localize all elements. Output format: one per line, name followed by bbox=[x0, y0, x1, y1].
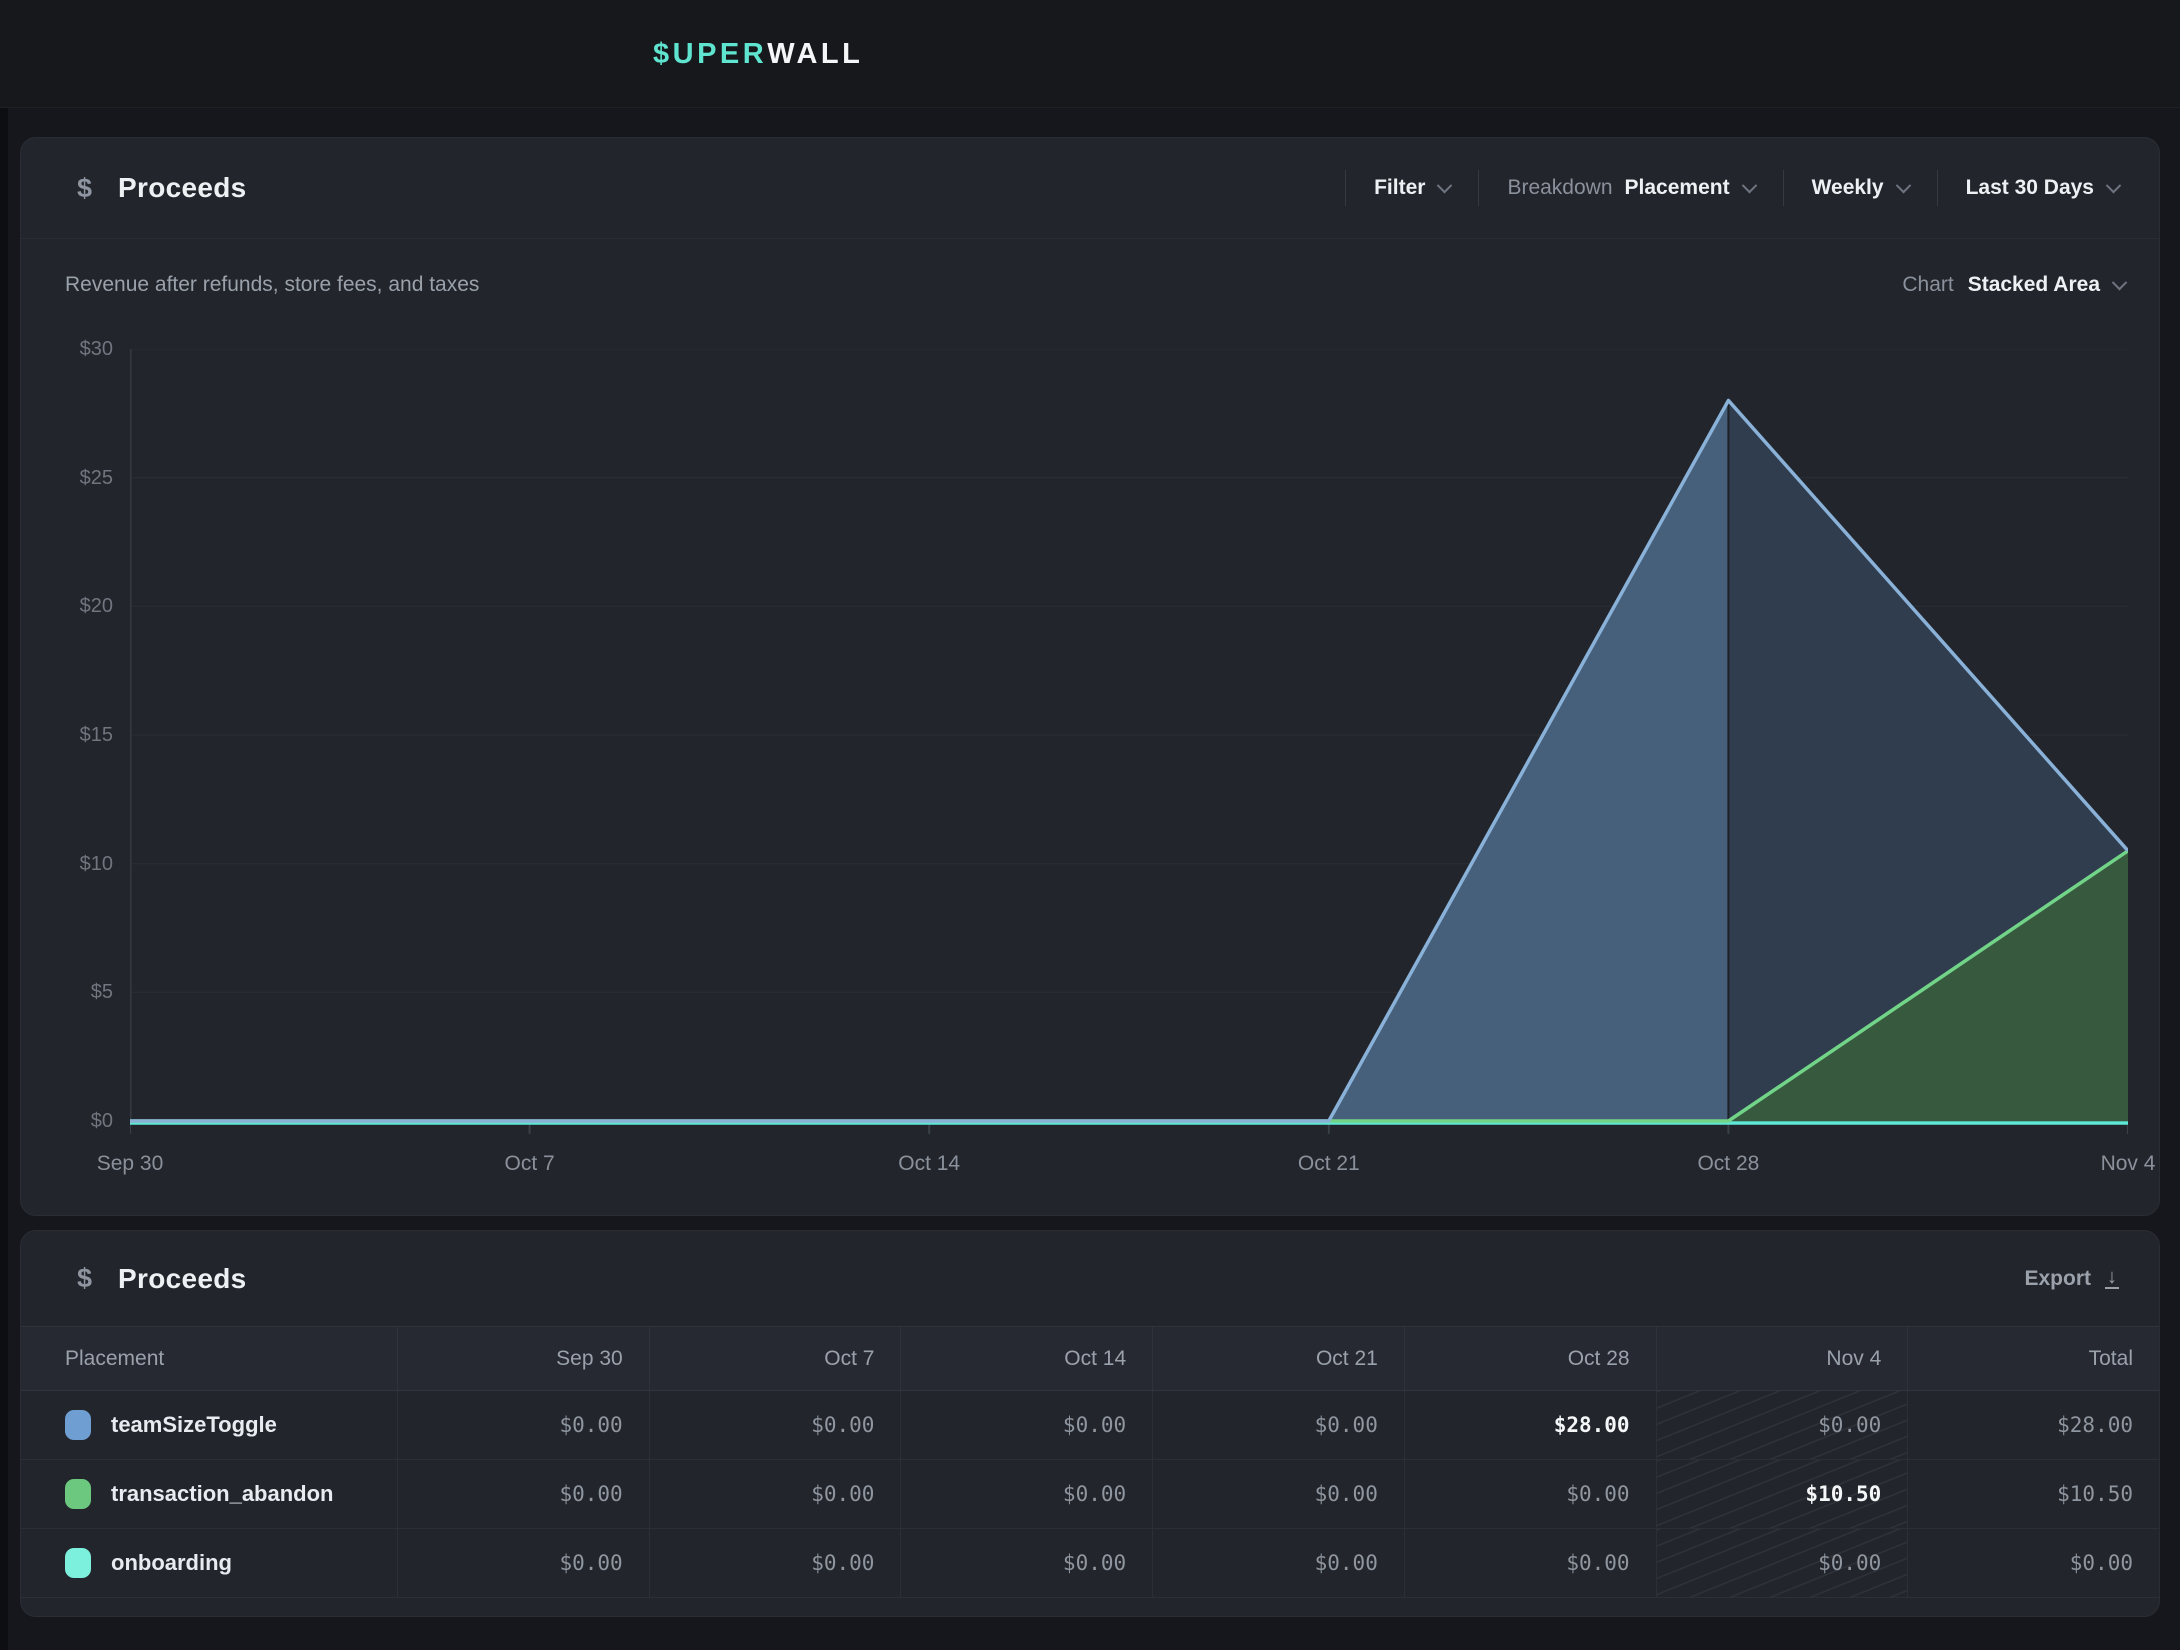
placement-cell: transaction_abandon bbox=[21, 1460, 397, 1529]
placement-label: transaction_abandon bbox=[111, 1481, 333, 1507]
value-cell: $0.00 bbox=[649, 1529, 901, 1598]
x-tick-label: Oct 28 bbox=[1658, 1152, 1798, 1176]
column-header: Total bbox=[1907, 1327, 2159, 1390]
chart-subheader: Revenue after refunds, store fees, and t… bbox=[21, 239, 2159, 331]
y-tick-label: $5 bbox=[35, 978, 113, 1006]
export-button[interactable]: Export ↓ bbox=[2024, 1267, 2119, 1291]
column-header: Placement bbox=[21, 1327, 397, 1390]
column-header: Oct 28 bbox=[1404, 1327, 1656, 1390]
value-cell: $0.00 bbox=[900, 1460, 1152, 1529]
date-range-dropdown[interactable]: Last 30 Days bbox=[1938, 176, 2119, 200]
y-tick-label: $25 bbox=[35, 464, 113, 492]
dollar-icon: $ bbox=[77, 1263, 92, 1294]
value-cell: $0.00 bbox=[1404, 1529, 1656, 1598]
breakdown-value: Placement bbox=[1625, 176, 1730, 200]
value-cell: $0.00 bbox=[1656, 1391, 1908, 1460]
placement-cell: onboarding bbox=[21, 1529, 397, 1598]
chart-card-header: $ Proceeds Filter Breakdown Placement We… bbox=[21, 138, 2159, 239]
chart-controls: Filter Breakdown Placement Weekly Last 3… bbox=[1345, 170, 2119, 206]
value-cell: $10.50 bbox=[1656, 1460, 1908, 1529]
chart-type-value: Stacked Area bbox=[1968, 273, 2100, 297]
y-tick-label: $15 bbox=[35, 721, 113, 749]
series-swatch bbox=[65, 1548, 91, 1578]
value-cell: $28.00 bbox=[1404, 1391, 1656, 1460]
placement-label: onboarding bbox=[111, 1550, 232, 1576]
table-row: transaction_abandon$0.00$0.00$0.00$0.00$… bbox=[21, 1460, 2159, 1529]
value-cell: $0.00 bbox=[1152, 1460, 1404, 1529]
value-cell: $0.00 bbox=[1656, 1529, 1908, 1598]
placement-cell: teamSizeToggle bbox=[21, 1391, 397, 1460]
filter-label: Filter bbox=[1374, 176, 1425, 200]
column-header: Oct 7 bbox=[649, 1327, 901, 1390]
period-dropdown[interactable]: Weekly bbox=[1784, 176, 1937, 200]
column-header: Oct 14 bbox=[900, 1327, 1152, 1390]
value-cell: $0.00 bbox=[397, 1391, 649, 1460]
column-header: Sep 30 bbox=[397, 1327, 649, 1390]
table-row: onboarding$0.00$0.00$0.00$0.00$0.00$0.00… bbox=[21, 1529, 2159, 1598]
value-cell: $0.00 bbox=[1152, 1529, 1404, 1598]
filter-dropdown[interactable]: Filter bbox=[1346, 176, 1478, 200]
table-card-title: Proceeds bbox=[118, 1263, 246, 1295]
chevron-down-icon bbox=[2106, 177, 2122, 193]
chart-subtitle: Revenue after refunds, store fees, and t… bbox=[65, 273, 479, 297]
x-tick-label: Oct 21 bbox=[1259, 1152, 1399, 1176]
top-bar: $UPERWALL bbox=[0, 0, 2180, 108]
stacked-area-svg bbox=[130, 349, 2128, 1139]
series-swatch bbox=[65, 1479, 91, 1509]
blue-area-current bbox=[130, 400, 2128, 1121]
value-cell: $0.00 bbox=[649, 1460, 901, 1529]
chart-type-dropdown[interactable]: Chart Stacked Area bbox=[1902, 273, 2125, 297]
logo-prefix: $UPER bbox=[653, 38, 767, 71]
x-tick-label: Oct 14 bbox=[859, 1152, 999, 1176]
value-cell: $0.00 bbox=[900, 1391, 1152, 1460]
period-value: Weekly bbox=[1812, 176, 1884, 200]
chevron-down-icon bbox=[1741, 177, 1757, 193]
x-tick-label: Sep 30 bbox=[60, 1152, 200, 1176]
chart-type-label: Chart bbox=[1902, 273, 1953, 297]
value-cell: $10.50 bbox=[1907, 1460, 2159, 1529]
table-card-header: $ Proceeds Export ↓ bbox=[21, 1231, 2159, 1326]
chart-card-title: Proceeds bbox=[118, 172, 246, 204]
breakdown-dropdown[interactable]: Breakdown Placement bbox=[1479, 176, 1782, 200]
table-body: teamSizeToggle$0.00$0.00$0.00$0.00$28.00… bbox=[21, 1391, 2159, 1598]
y-tick-label: $30 bbox=[35, 335, 113, 363]
y-tick-label: $0 bbox=[35, 1107, 113, 1135]
proceeds-chart-card: $ Proceeds Filter Breakdown Placement We… bbox=[20, 137, 2160, 1216]
window-edge bbox=[0, 108, 8, 1650]
download-icon: ↓ bbox=[2105, 1268, 2119, 1289]
value-cell: $0.00 bbox=[1907, 1529, 2159, 1598]
value-cell: $0.00 bbox=[397, 1529, 649, 1598]
date-range-value: Last 30 Days bbox=[1966, 176, 2094, 200]
chevron-down-icon bbox=[1437, 177, 1453, 193]
x-tick-label: Oct 7 bbox=[460, 1152, 600, 1176]
superwall-logo: $UPERWALL bbox=[653, 0, 863, 108]
table-header-row: PlacementSep 30Oct 7Oct 14Oct 21Oct 28No… bbox=[21, 1326, 2159, 1391]
value-cell: $0.00 bbox=[1404, 1460, 1656, 1529]
chevron-down-icon bbox=[2112, 274, 2128, 290]
y-tick-label: $10 bbox=[35, 850, 113, 878]
chevron-down-icon bbox=[1895, 177, 1911, 193]
proceeds-table-card: $ Proceeds Export ↓ PlacementSep 30Oct 7… bbox=[20, 1230, 2160, 1617]
placement-label: teamSizeToggle bbox=[111, 1412, 277, 1438]
column-header: Nov 4 bbox=[1656, 1327, 1908, 1390]
value-cell: $0.00 bbox=[900, 1529, 1152, 1598]
value-cell: $28.00 bbox=[1907, 1391, 2159, 1460]
value-cell: $0.00 bbox=[649, 1391, 901, 1460]
logo-suffix: WALL bbox=[767, 38, 863, 71]
column-header: Oct 21 bbox=[1152, 1327, 1404, 1390]
value-cell: $0.00 bbox=[397, 1460, 649, 1529]
y-tick-label: $20 bbox=[35, 592, 113, 620]
breakdown-label: Breakdown bbox=[1507, 176, 1612, 200]
dollar-icon: $ bbox=[77, 173, 92, 204]
value-cell: $0.00 bbox=[1152, 1391, 1404, 1460]
table-row: teamSizeToggle$0.00$0.00$0.00$0.00$28.00… bbox=[21, 1391, 2159, 1460]
series-swatch bbox=[65, 1410, 91, 1440]
export-label: Export bbox=[2024, 1267, 2091, 1291]
stacked-area-plot bbox=[130, 349, 2128, 1139]
x-tick-label: Nov 4 bbox=[2058, 1152, 2180, 1176]
